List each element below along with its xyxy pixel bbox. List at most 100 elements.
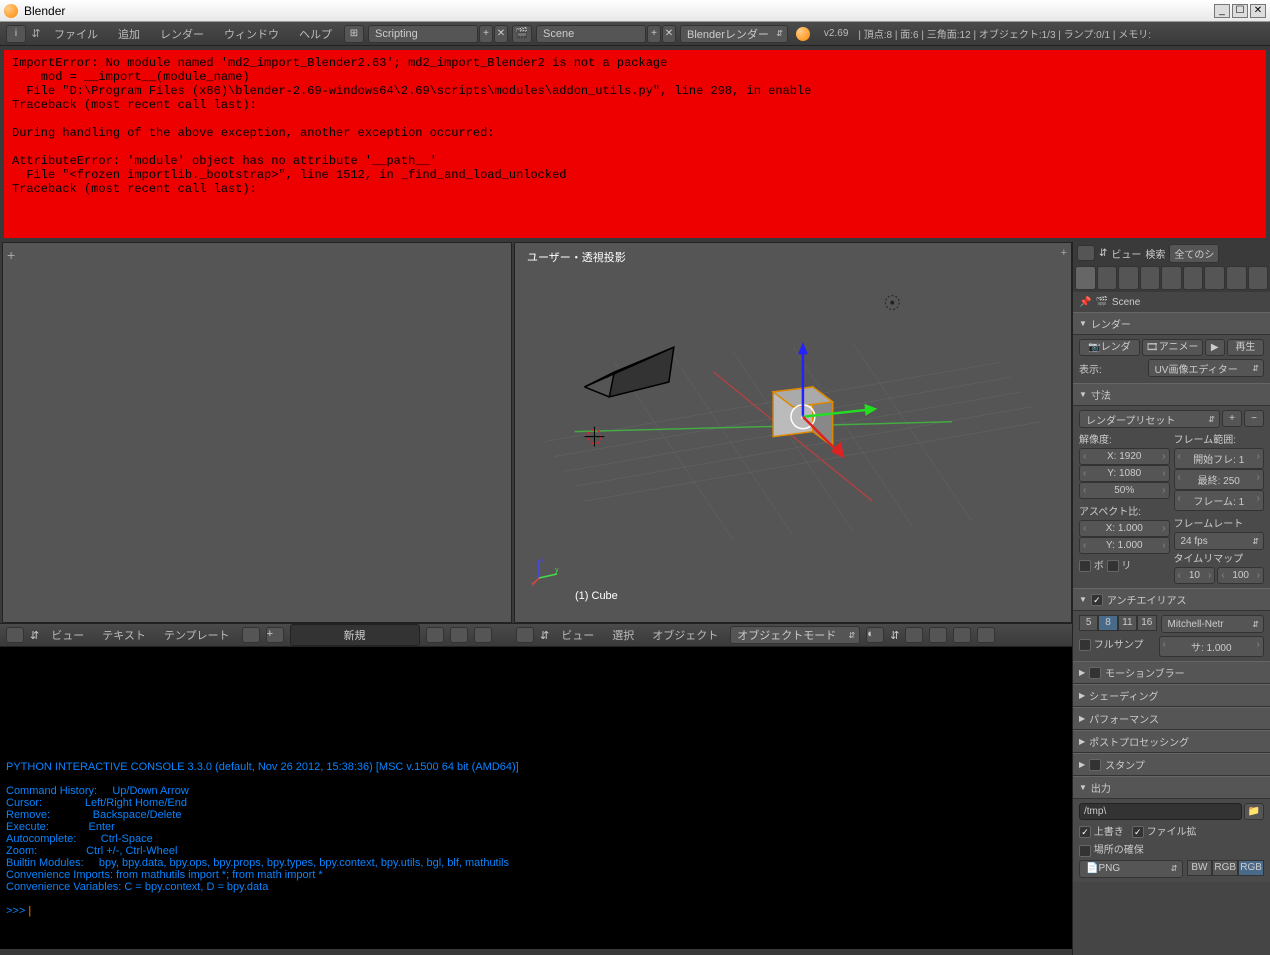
new-text-button[interactable]: +: [266, 627, 284, 643]
fullsample-checkbox[interactable]: [1079, 639, 1091, 651]
tab-data[interactable]: [1226, 266, 1247, 290]
format-dropdown[interactable]: 📄 PNG: [1079, 860, 1183, 878]
preset-remove[interactable]: −: [1244, 410, 1264, 427]
aa-16[interactable]: 16: [1137, 615, 1156, 631]
shading-caret[interactable]: ⇵: [890, 629, 899, 642]
display-dropdown[interactable]: UV画像エディター: [1148, 359, 1264, 377]
outliner-filter-dropdown[interactable]: 全てのシ: [1169, 244, 1219, 263]
tab-layers[interactable]: [1097, 266, 1118, 290]
outliner-search[interactable]: 検索: [1145, 246, 1165, 261]
animation-button[interactable]: 🎞アニメー: [1142, 339, 1203, 356]
shading-dropdown[interactable]: ◐: [866, 627, 884, 643]
menu-window[interactable]: ウィンドウ: [216, 26, 287, 42]
tab-world[interactable]: [1140, 266, 1161, 290]
3dview-type-caret[interactable]: ⇵: [540, 629, 549, 642]
menu-text[interactable]: テキスト: [96, 627, 152, 643]
pin-icon[interactable]: 📌: [1079, 297, 1091, 308]
antialias-checkbox[interactable]: [1091, 594, 1103, 606]
output-path-input[interactable]: /tmp\: [1079, 803, 1242, 820]
new-text-label[interactable]: 新規: [290, 624, 420, 646]
aa-5[interactable]: 5: [1079, 615, 1098, 631]
panel-dimensions-header[interactable]: ▼寸法: [1073, 383, 1270, 406]
tab-modifiers[interactable]: [1204, 266, 1225, 290]
menu-file[interactable]: ファイル: [46, 26, 106, 42]
color-rgb[interactable]: RGB: [1212, 860, 1238, 876]
preset-add[interactable]: +: [1222, 410, 1242, 427]
3d-menu-object[interactable]: オブジェクト: [646, 627, 724, 643]
3dview-icon[interactable]: [516, 627, 534, 643]
minimize-button[interactable]: _: [1214, 4, 1230, 18]
menu-render[interactable]: レンダー: [152, 26, 212, 42]
aspect-x[interactable]: X: 1.000: [1079, 520, 1170, 537]
tab-scene[interactable]: [1118, 266, 1139, 290]
panel-render-header[interactable]: ▼レンダー: [1073, 312, 1270, 335]
text-editor-type-caret[interactable]: ⇵: [30, 629, 39, 642]
scene-remove-button[interactable]: ✕: [662, 25, 676, 43]
maximize-button[interactable]: ☐: [1232, 4, 1248, 18]
crop-checkbox[interactable]: [1107, 560, 1119, 572]
text-toggle-3[interactable]: [474, 627, 492, 643]
menu-template[interactable]: テンプレート: [158, 627, 236, 643]
render-preset-dropdown[interactable]: レンダープリセット: [1079, 410, 1220, 428]
layout-selector[interactable]: Scripting + ✕: [368, 25, 508, 43]
menu-add[interactable]: 追加: [110, 26, 148, 42]
frame-start[interactable]: 開始フレ: 1: [1174, 448, 1265, 469]
motionblur-checkbox[interactable]: [1089, 667, 1101, 679]
placeholder-checkbox[interactable]: [1079, 845, 1091, 857]
render-button[interactable]: 📷レンダ: [1079, 339, 1140, 356]
close-button[interactable]: ✕: [1250, 4, 1266, 18]
resolution-pct[interactable]: 50%: [1079, 482, 1170, 499]
text-toggle-2[interactable]: [450, 627, 468, 643]
3d-viewport[interactable]: ユーザー・透視投影 +: [514, 242, 1072, 623]
python-console[interactable]: PYTHON INTERACTIVE CONSOLE 3.3.0 (defaul…: [0, 647, 1072, 949]
aspect-y[interactable]: Y: 1.000: [1079, 537, 1170, 554]
text-editor-icon[interactable]: [6, 627, 24, 643]
timeremap-new[interactable]: 100: [1217, 567, 1264, 584]
panel-performance-header[interactable]: ▶パフォーマンス: [1073, 707, 1270, 730]
layers-toggle[interactable]: [977, 627, 995, 643]
layout-add-button[interactable]: +: [479, 25, 493, 43]
play-button[interactable]: ▶: [1205, 339, 1225, 356]
text-browse-icon[interactable]: [242, 627, 260, 643]
scene-browse-icon[interactable]: 🎬: [512, 25, 532, 43]
3d-menu-select[interactable]: 選択: [606, 627, 640, 643]
menu-view[interactable]: ビュー: [45, 627, 90, 643]
layout-browse-icon[interactable]: ⊞: [344, 25, 364, 43]
panel-shading-header[interactable]: ▶シェーディング: [1073, 684, 1270, 707]
play-label[interactable]: 再生: [1227, 339, 1264, 356]
aa-filter-dropdown[interactable]: Mitchell-Netr: [1161, 615, 1265, 633]
panel-postprocess-header[interactable]: ▶ポストプロセッシング: [1073, 730, 1270, 753]
frame-step[interactable]: フレーム: 1: [1174, 490, 1265, 511]
color-rgba[interactable]: RGB: [1238, 860, 1264, 876]
fileext-checkbox[interactable]: [1132, 826, 1144, 838]
layout-remove-button[interactable]: ✕: [494, 25, 508, 43]
info-icon[interactable]: i: [6, 25, 26, 43]
panel-output-header[interactable]: ▼出力: [1073, 776, 1270, 799]
aa-8[interactable]: 8: [1098, 615, 1117, 631]
mode-dropdown[interactable]: オブジェクトモード: [730, 626, 860, 644]
outliner-view[interactable]: ビュー: [1111, 246, 1141, 261]
scene-add-button[interactable]: +: [647, 25, 661, 43]
frame-end[interactable]: 最終: 250: [1174, 469, 1265, 490]
timeremap-old[interactable]: 10: [1174, 567, 1216, 584]
panel-motionblur-header[interactable]: ▶ モーションブラー: [1073, 661, 1270, 684]
render-engine-dropdown[interactable]: Blenderレンダー: [680, 25, 788, 43]
scene-selector[interactable]: Scene + ✕: [536, 25, 676, 43]
resolution-y[interactable]: Y: 1080: [1079, 465, 1170, 482]
tab-material[interactable]: [1248, 266, 1269, 290]
panel-antialias-header[interactable]: ▼ アンチエイリアス: [1073, 588, 1270, 611]
3d-menu-view[interactable]: ビュー: [555, 627, 600, 643]
fps-dropdown[interactable]: 24 fps: [1174, 532, 1265, 550]
overwrite-checkbox[interactable]: [1079, 826, 1091, 838]
tab-object[interactable]: [1161, 266, 1182, 290]
tab-render[interactable]: [1075, 266, 1096, 290]
manipulator-toggle[interactable]: [929, 627, 947, 643]
aa-11[interactable]: 11: [1118, 615, 1137, 631]
editor-type-dropdown[interactable]: ⇵: [30, 25, 42, 43]
border-checkbox[interactable]: [1079, 560, 1091, 572]
outliner-caret[interactable]: ⇵: [1099, 248, 1107, 259]
pivot-icon[interactable]: [905, 627, 923, 643]
text-toggle-1[interactable]: [426, 627, 444, 643]
text-editor-area[interactable]: +: [2, 242, 512, 623]
color-bw[interactable]: BW: [1187, 860, 1213, 876]
